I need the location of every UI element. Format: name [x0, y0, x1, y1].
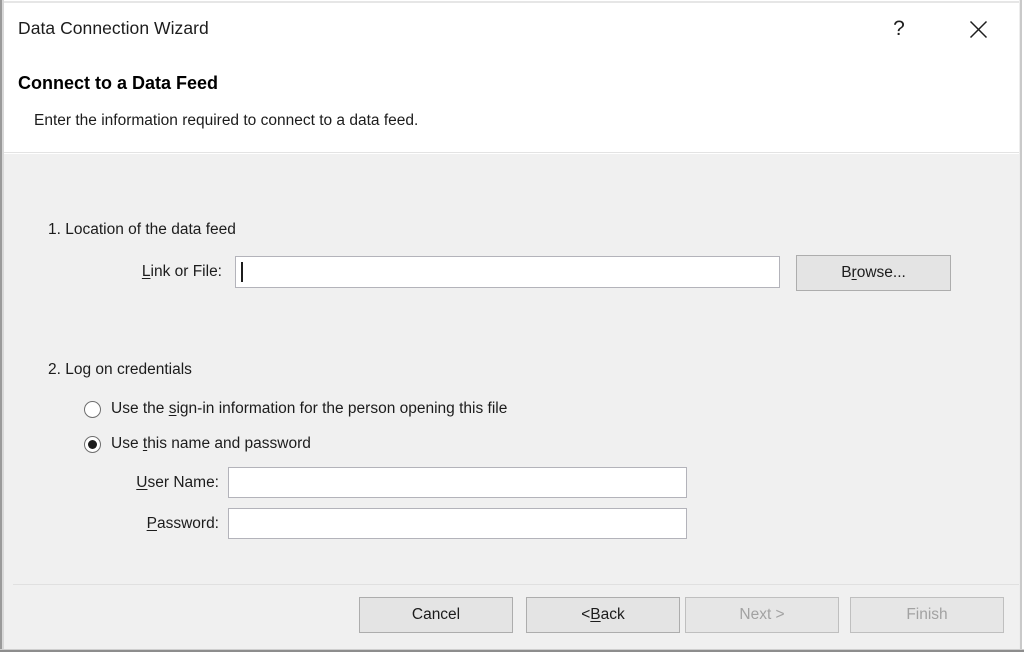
- radio-sign-in-pre: Use the: [111, 400, 169, 417]
- window-title: Data Connection Wizard: [18, 18, 209, 38]
- user-name-label-rest: ser Name:: [147, 474, 220, 491]
- help-button[interactable]: ?: [870, 3, 928, 55]
- page-title: Connect to a Data Feed: [18, 73, 219, 93]
- password-label: Password:: [4, 515, 219, 533]
- text-caret: [241, 262, 243, 282]
- password-label-rest: assword:: [156, 515, 219, 532]
- next-button[interactable]: Next >: [685, 597, 839, 633]
- radio-mark-sign-in: [84, 400, 101, 418]
- dialog-footer: Cancel < Back Next > Finish: [4, 584, 1019, 649]
- radio-name-password-post: his name and password: [147, 435, 311, 452]
- close-button[interactable]: [949, 3, 1007, 55]
- link-or-file-input[interactable]: [235, 256, 780, 288]
- footer-divider: [13, 584, 1019, 585]
- back-label-post: ack: [600, 606, 625, 623]
- finish-button[interactable]: Finish: [850, 597, 1004, 633]
- user-name-input[interactable]: [228, 467, 687, 498]
- next-label: Next >: [739, 606, 785, 623]
- radio-name-password-pre: Use: [111, 435, 143, 452]
- radio-label-name-password: Use this name and password: [111, 435, 311, 453]
- link-or-file-label: Link or File:: [4, 263, 222, 281]
- header-band: Connect to a Data Feed Enter the informa…: [4, 55, 1019, 153]
- user-name-label-accel: U: [136, 474, 148, 491]
- password-label-accel: P: [146, 515, 157, 532]
- close-icon: [969, 20, 988, 39]
- link-or-file-label-rest: ink or File:: [150, 263, 223, 280]
- cancel-label: Cancel: [411, 606, 461, 623]
- data-connection-wizard-dialog: Data Connection Wizard ? Connect to a Da…: [0, 0, 1024, 654]
- step-1-label: 1. Location of the data feed: [48, 221, 236, 238]
- radio-mark-name-password: [84, 435, 101, 453]
- finish-label: Finish: [906, 606, 948, 623]
- browse-label-post: owse...: [856, 264, 906, 281]
- title-bar: Data Connection Wizard ?: [4, 3, 1019, 55]
- radio-label-sign-in: Use the sign-in information for the pers…: [111, 400, 507, 418]
- link-or-file-label-accel: L: [141, 263, 151, 280]
- window-frame-bottom: [0, 649, 1024, 654]
- back-label-accel: B: [590, 606, 601, 623]
- window-frame-right: [1019, 0, 1024, 654]
- dialog-body: 1. Location of the data feed Link or Fil…: [4, 154, 1019, 584]
- cancel-button[interactable]: Cancel: [359, 597, 513, 633]
- back-label-pre: <: [581, 606, 591, 623]
- browse-button[interactable]: Br owse...: [796, 255, 951, 291]
- browse-label-pre: B: [841, 264, 852, 281]
- user-name-label: User Name:: [4, 474, 219, 492]
- step-2-label: 2. Log on credentials: [48, 361, 192, 378]
- password-input[interactable]: [228, 508, 687, 539]
- back-button[interactable]: < Back: [526, 597, 680, 633]
- question-mark-icon: ?: [893, 16, 905, 40]
- radio-sign-in-post: ign-in information for the person openin…: [176, 400, 508, 417]
- radio-use-this-name-and-password[interactable]: Use this name and password: [84, 435, 311, 453]
- page-subtitle: Enter the information required to connec…: [34, 112, 419, 129]
- radio-use-sign-in-information[interactable]: Use the sign-in information for the pers…: [84, 400, 507, 418]
